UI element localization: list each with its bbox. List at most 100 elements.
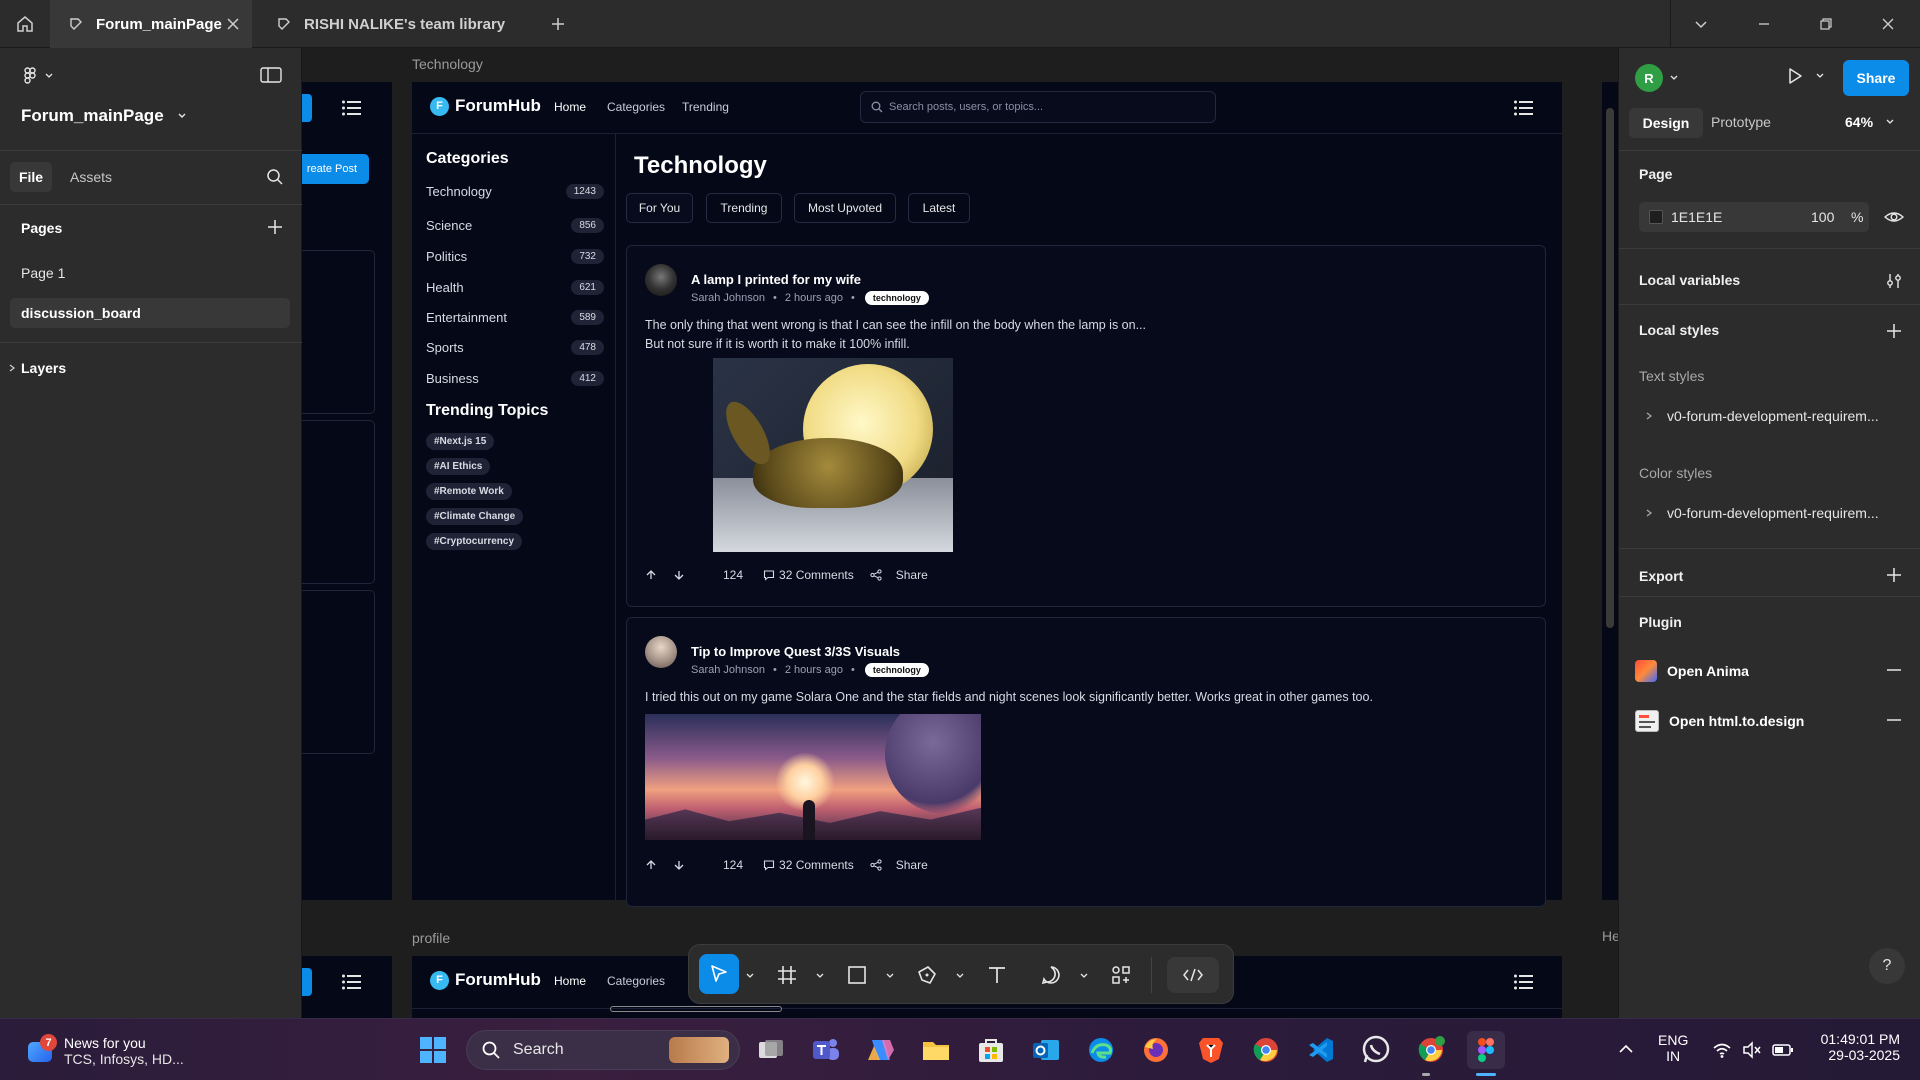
plugin-item-html-to-design[interactable]: Open html.to.design xyxy=(1635,710,1905,732)
minimize-button[interactable] xyxy=(1733,0,1795,48)
add-page-button[interactable] xyxy=(266,218,284,236)
canvas-scrollbar[interactable] xyxy=(1606,108,1614,628)
minus-icon[interactable] xyxy=(1885,718,1903,722)
topic-tag[interactable]: #AI Ethics xyxy=(426,458,491,475)
topic-tag[interactable]: #Next.js 15 xyxy=(426,433,495,450)
new-tab-button[interactable] xyxy=(535,0,581,48)
color-style-item[interactable]: v0-forum-development-requirem... xyxy=(1645,505,1879,521)
forum-search-input[interactable]: Search posts, users, or topics... xyxy=(860,91,1216,123)
page-color-hex[interactable]: 1E1E1E xyxy=(1671,209,1722,225)
category-health[interactable]: Health 621 xyxy=(426,280,604,295)
main-menu-button[interactable] xyxy=(20,66,54,86)
page-fill-field[interactable]: 1E1E1E 100 % xyxy=(1639,202,1869,232)
upvote-icon[interactable] xyxy=(645,569,657,581)
eye-icon[interactable] xyxy=(1884,209,1904,225)
chevron-up-icon[interactable] xyxy=(1618,1043,1634,1055)
share-button[interactable]: Share xyxy=(1843,60,1909,96)
present-button[interactable] xyxy=(1785,66,1825,86)
whatsapp-app[interactable] xyxy=(1357,1031,1395,1069)
comments-button[interactable]: 32 Comments xyxy=(763,568,854,582)
topic-tag[interactable]: #Climate Change xyxy=(426,508,524,525)
store-app[interactable] xyxy=(972,1031,1010,1069)
topic-tag[interactable]: #Cryptocurrency xyxy=(426,533,523,550)
firefox-app[interactable] xyxy=(1137,1031,1175,1069)
tabs-dropdown-button[interactable] xyxy=(1670,0,1732,48)
chevron-down-icon[interactable] xyxy=(745,971,755,981)
chrome-profile-app[interactable] xyxy=(1412,1031,1450,1069)
plus-icon[interactable] xyxy=(1885,322,1903,340)
nav-trending[interactable]: Trending xyxy=(682,100,729,114)
close-icon[interactable] xyxy=(226,17,240,31)
variables-icon[interactable] xyxy=(1885,272,1903,290)
frame-tool-button[interactable] xyxy=(771,959,803,991)
brave-app[interactable] xyxy=(1192,1031,1230,1069)
move-tool-button[interactable] xyxy=(699,954,739,994)
menu-icon[interactable] xyxy=(342,100,362,116)
taskbar-search[interactable]: Search xyxy=(466,1030,740,1070)
filter-trending[interactable]: Trending xyxy=(706,193,782,223)
upvote-icon[interactable] xyxy=(645,859,657,871)
topic-tag[interactable]: #Remote Work xyxy=(426,483,512,500)
frame-partial-left-2[interactable] xyxy=(302,956,392,1018)
teams-app[interactable] xyxy=(807,1031,845,1069)
battery-icon[interactable] xyxy=(1772,1043,1794,1057)
tab-design[interactable]: Design xyxy=(1629,108,1703,138)
forum-logo[interactable]: F ForumHub xyxy=(430,970,541,990)
tab-team-library[interactable]: RISHI NALIKE's team library xyxy=(260,0,530,48)
frame-technology[interactable]: F ForumHub Home Categories Trending Sear… xyxy=(412,82,1562,907)
vscode-app[interactable] xyxy=(1302,1031,1340,1069)
nav-home[interactable]: Home xyxy=(554,100,586,114)
nav-categories[interactable]: Categories xyxy=(607,100,665,114)
nav-home[interactable]: Home xyxy=(554,974,586,988)
filter-latest[interactable]: Latest xyxy=(908,193,970,223)
frame-partial-left[interactable]: reate Post xyxy=(302,82,392,900)
color-swatch[interactable] xyxy=(1649,210,1663,224)
local-variables-heading[interactable]: Local variables xyxy=(1639,272,1740,288)
search-layers-button[interactable] xyxy=(266,168,284,186)
figma-app[interactable] xyxy=(1467,1031,1505,1069)
language-indicator[interactable]: ENG IN xyxy=(1658,1032,1688,1064)
text-tool-button[interactable] xyxy=(981,959,1013,991)
task-view-button[interactable] xyxy=(752,1031,790,1069)
nav-categories[interactable]: Categories xyxy=(607,974,665,988)
chrome-app[interactable] xyxy=(1247,1031,1285,1069)
category-entertainment[interactable]: Entertainment 589 xyxy=(426,310,604,325)
forum-logo[interactable]: F ForumHub xyxy=(430,96,541,116)
category-business[interactable]: Business 412 xyxy=(426,371,604,386)
file-name-button[interactable]: Forum_mainPage xyxy=(21,106,188,126)
chevron-down-icon[interactable] xyxy=(885,971,895,981)
create-post-button[interactable]: reate Post xyxy=(302,154,369,184)
tab-forum-mainpage[interactable]: Forum_mainPage xyxy=(50,0,252,48)
chevron-down-icon[interactable] xyxy=(955,971,965,981)
post-card[interactable]: A lamp I printed for my wife Sarah Johns… xyxy=(626,245,1546,607)
filter-for-you[interactable]: For You xyxy=(626,193,693,223)
plus-icon[interactable] xyxy=(1885,566,1903,584)
page-item-page-1[interactable]: Page 1 xyxy=(10,258,290,288)
tab-prototype[interactable]: Prototype xyxy=(1711,114,1771,130)
post-tag[interactable]: technology xyxy=(864,291,929,305)
minus-icon[interactable] xyxy=(1885,668,1903,672)
user-menu[interactable]: R xyxy=(1635,64,1679,92)
copilot-app[interactable] xyxy=(862,1031,900,1069)
restore-button[interactable] xyxy=(1795,0,1857,48)
frame-label[interactable]: Technology xyxy=(412,56,483,72)
tab-file[interactable]: File xyxy=(10,162,52,192)
horizontal-scrollbar[interactable] xyxy=(610,1006,782,1012)
post-title[interactable]: Tip to Improve Quest 3/3S Visuals xyxy=(691,644,900,659)
frame-label[interactable]: profile xyxy=(412,930,450,946)
category-sports[interactable]: Sports 478 xyxy=(426,340,604,355)
menu-icon[interactable] xyxy=(1514,974,1534,990)
partial-button[interactable] xyxy=(302,94,312,122)
frame-label[interactable]: He xyxy=(1602,928,1618,944)
toggle-sidebar-button[interactable] xyxy=(260,66,282,84)
start-button[interactable] xyxy=(414,1031,452,1069)
menu-icon[interactable] xyxy=(342,974,362,990)
close-window-button[interactable] xyxy=(1857,0,1919,48)
canvas[interactable]: reate Post Technology F ForumHub Home Ca… xyxy=(302,48,1618,1018)
dev-mode-button[interactable] xyxy=(1167,957,1219,993)
post-card[interactable]: Tip to Improve Quest 3/3S Visuals Sarah … xyxy=(626,617,1546,907)
category-politics[interactable]: Politics 732 xyxy=(426,249,604,264)
menu-icon[interactable] xyxy=(1514,100,1534,116)
category-technology[interactable]: Technology 1243 xyxy=(426,184,604,199)
downvote-icon[interactable] xyxy=(673,859,685,871)
